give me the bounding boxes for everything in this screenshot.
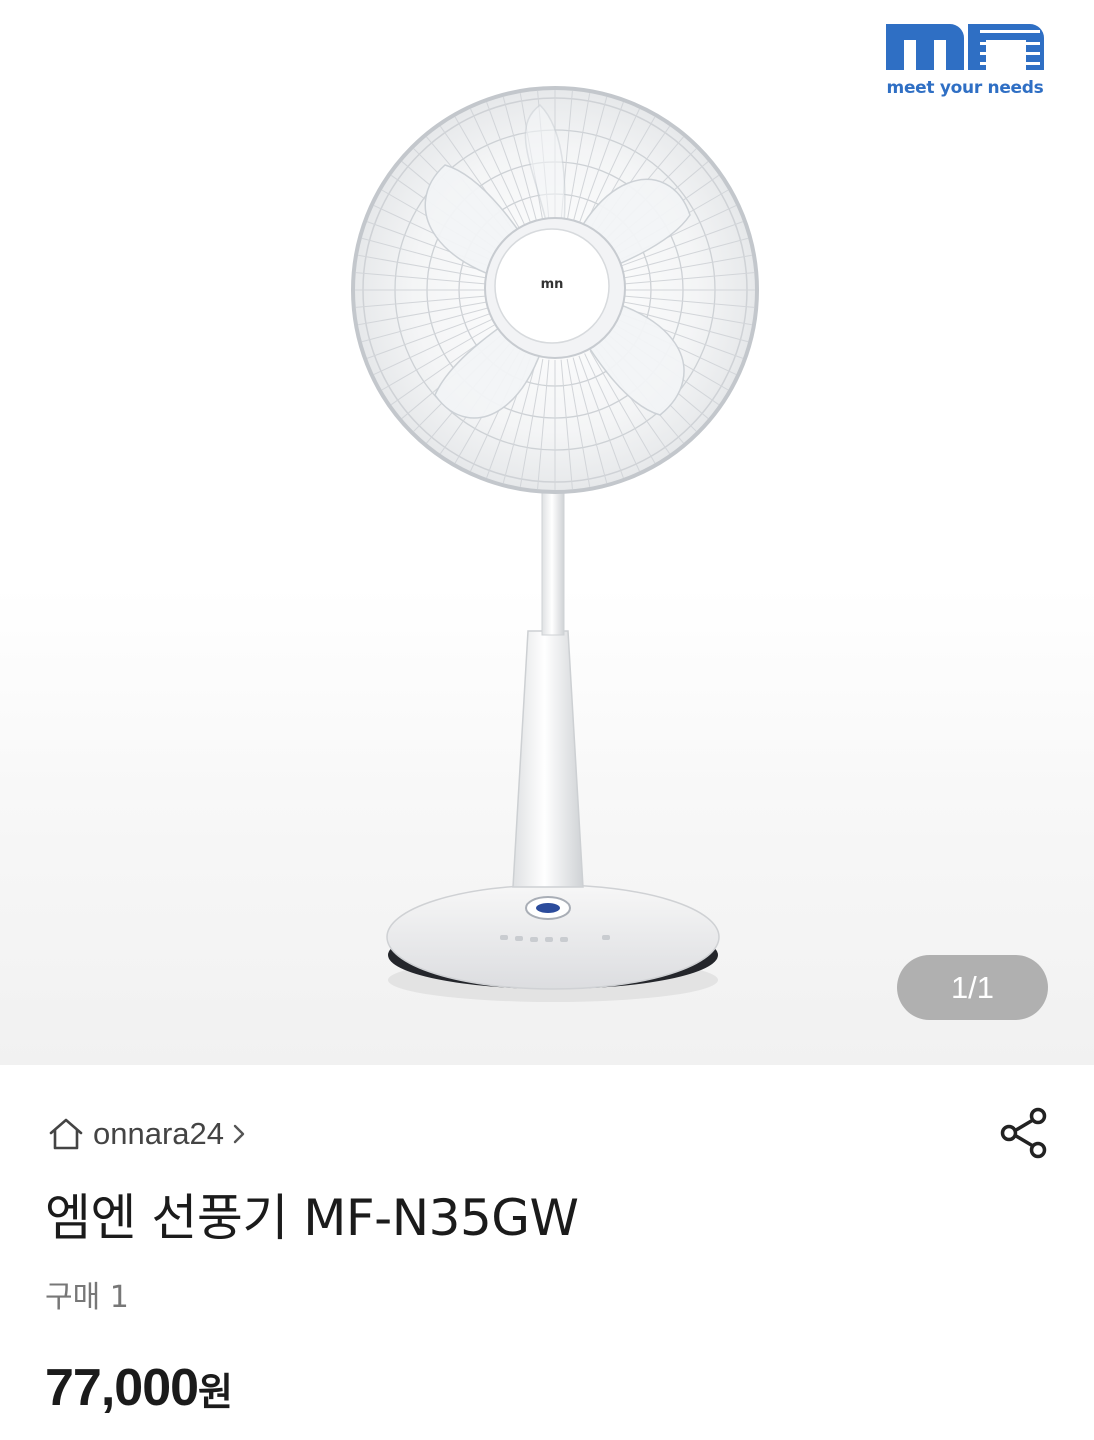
price-amount: 77,000 — [45, 1359, 199, 1417]
price-unit: 원 — [198, 1370, 234, 1414]
brand-logo: meet your needs — [880, 18, 1050, 106]
mn-logo-icon — [886, 24, 1044, 70]
share-button[interactable] — [998, 1105, 1052, 1161]
brand-tagline: meet your needs — [886, 78, 1044, 98]
svg-text:mn: mn — [541, 277, 564, 292]
image-counter: 1/1 — [897, 955, 1048, 1020]
home-icon — [49, 1118, 83, 1150]
product-title: 엠엔 선풍기 MF-N35GW — [45, 1189, 579, 1247]
share-icon — [1000, 1107, 1047, 1159]
product-price: 77,000원 — [45, 1358, 233, 1418]
store-name: onnara24 — [93, 1116, 225, 1151]
purchase-count: 구매 1 — [45, 1280, 129, 1315]
product-image: mn — [351, 86, 759, 1002]
product-image-gallery[interactable]: mn meet your needs 1/1 — [0, 0, 1094, 1065]
store-link[interactable]: onnara24 — [47, 1112, 246, 1156]
chevron-right-icon — [233, 1124, 245, 1144]
